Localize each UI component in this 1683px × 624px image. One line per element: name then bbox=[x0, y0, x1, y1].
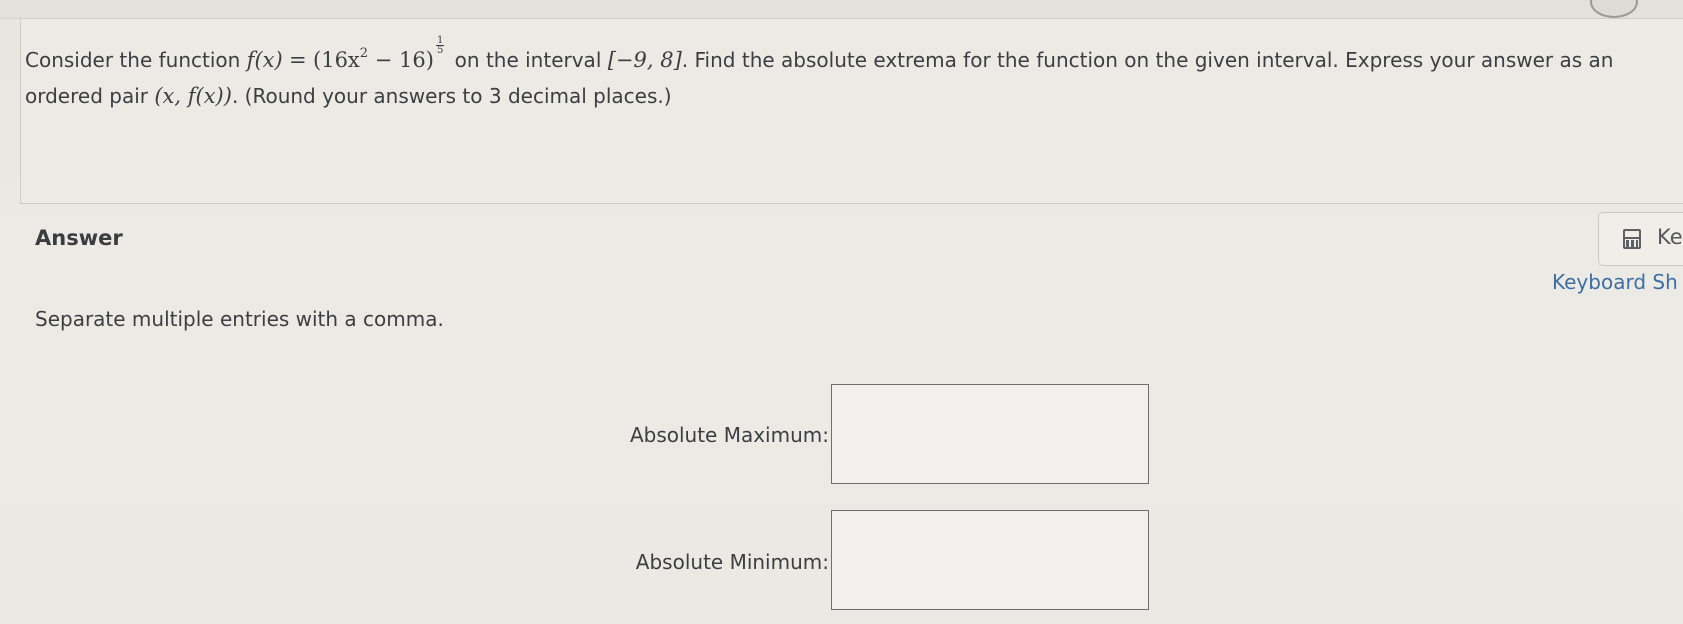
absolute-minimum-label: Absolute Minimum: bbox=[635, 550, 829, 574]
keyboard-shortcuts-link[interactable]: Keyboard Sh bbox=[1552, 270, 1678, 294]
fraction-denominator: 5 bbox=[436, 45, 444, 56]
absolute-maximum-input[interactable] bbox=[831, 384, 1149, 484]
instruction-text: Separate multiple entries with a comma. bbox=[35, 307, 444, 331]
function-lhs: f(x) bbox=[246, 48, 283, 72]
equals-sign: = bbox=[289, 48, 307, 72]
base-open: (16x bbox=[313, 48, 360, 72]
fraction-exponent: 15 bbox=[435, 36, 445, 56]
question-prefix: Consider the function bbox=[25, 48, 241, 72]
interval: [−9, 8] bbox=[607, 48, 682, 72]
exponent-two: 2 bbox=[359, 46, 369, 61]
top-strip bbox=[0, 0, 1683, 19]
absolute-maximum-label: Absolute Maximum: bbox=[629, 423, 829, 447]
answer-heading: Answer bbox=[35, 226, 123, 250]
question-mid: on the interval bbox=[454, 48, 602, 72]
question-tail: . (Round your answers to 3 decimal place… bbox=[231, 84, 672, 108]
question-text: Consider the function f(x) = (16x2 − 16)… bbox=[25, 36, 1655, 114]
corner-button-icon[interactable] bbox=[1590, 0, 1638, 18]
page: Consider the function f(x) = (16x2 − 16)… bbox=[0, 0, 1683, 624]
base-close: − 16) bbox=[368, 48, 434, 72]
absolute-minimum-input[interactable] bbox=[831, 510, 1149, 610]
calculator-icon bbox=[1623, 229, 1641, 249]
keypad-button[interactable]: Ke bbox=[1598, 212, 1683, 266]
ordered-pair: (x, f(x)) bbox=[154, 84, 232, 108]
keypad-button-label: Ke bbox=[1657, 225, 1683, 249]
